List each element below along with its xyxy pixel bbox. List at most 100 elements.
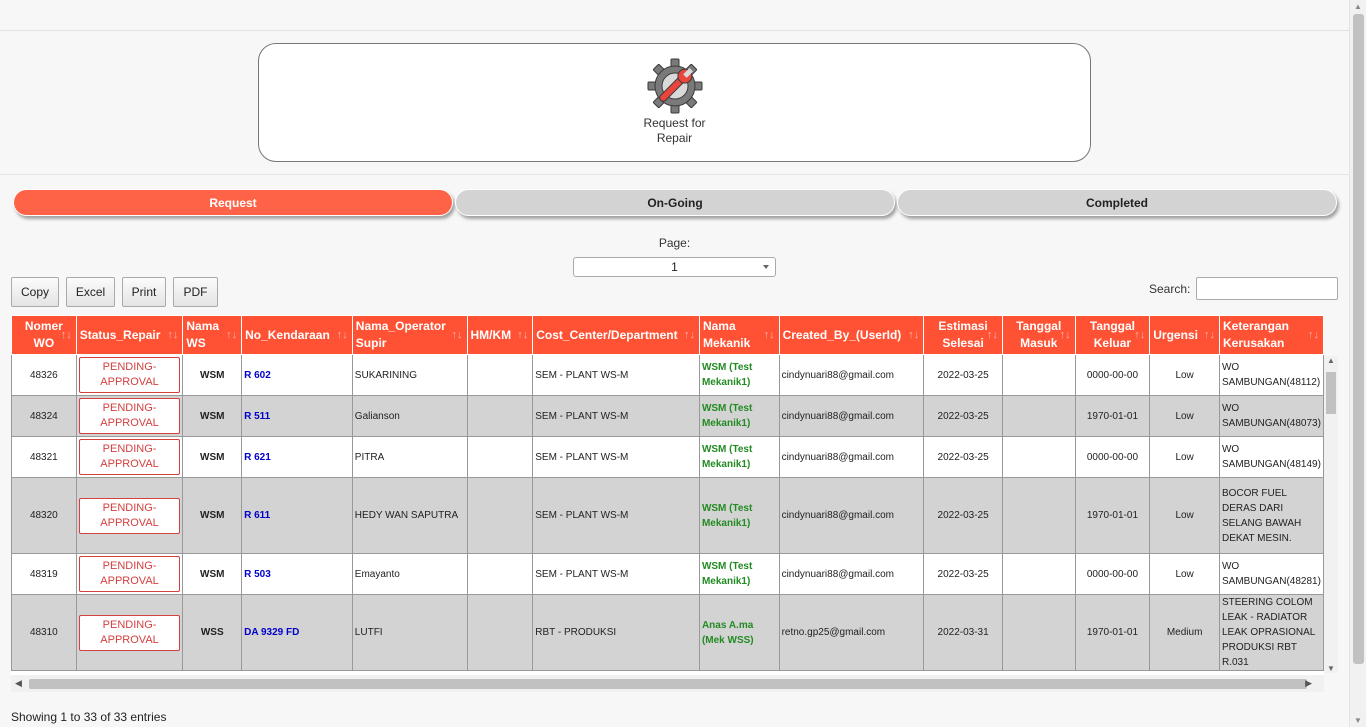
cell-keterangan: STEERING COLOM LEAK - RADIATOR LEAK OPRA… [1218, 594, 1324, 671]
column-header-keterangan[interactable]: Keterangan Kerusakan ↑↓ [1218, 315, 1324, 355]
sort-icon[interactable]: ↑↓ [987, 327, 998, 344]
sort-icon[interactable]: ↑↓ [167, 327, 178, 344]
cell-keluar: 0000-00-00 [1074, 354, 1151, 396]
cell-created: cindynuari88@gmail.com [778, 553, 925, 595]
status-badge[interactable]: PENDING-APPROVAL [78, 556, 181, 592]
cell-created: cindynuari88@gmail.com [778, 436, 925, 478]
table-row[interactable]: 48319 PENDING-APPROVAL WSM R 503 Emayanto SEM… [11, 553, 1324, 595]
cell-keluar: 0000-00-00 [1074, 436, 1151, 478]
cell-estimasi: 2022-03-25 [923, 553, 1003, 595]
cell-estimasi: 2022-03-31 [923, 594, 1003, 671]
cell-kendaraan[interactable]: R 503 [241, 553, 353, 595]
print-button[interactable]: Print [122, 277, 166, 307]
cell-ws: WSM [182, 477, 243, 554]
card-label: Request for Repair [643, 116, 706, 145]
cell-status: PENDING-APPROVAL [75, 436, 184, 478]
column-header-mekanik[interactable]: Nama Mekanik ↑↓ [698, 315, 780, 355]
column-header-masuk[interactable]: Tanggal Masuk ↑↓ [1001, 315, 1076, 355]
cell-kendaraan[interactable]: R 621 [241, 436, 353, 478]
sort-icon[interactable]: ↑↓ [1060, 327, 1071, 344]
tab-completed[interactable]: Completed [897, 189, 1337, 216]
table-horizontal-scrollbar[interactable]: ◀ ▶ [11, 675, 1324, 692]
sort-icon[interactable]: ↑↓ [226, 327, 237, 344]
column-header-status[interactable]: Status_Repair ↑↓ [75, 315, 184, 355]
tab-request[interactable]: Request [13, 189, 453, 216]
cell-kendaraan[interactable]: R 602 [241, 354, 353, 396]
cell-kendaraan[interactable]: R 511 [241, 395, 353, 437]
cell-urgensi: Medium [1149, 594, 1220, 671]
cell-supir: LUTFI [351, 594, 468, 671]
sort-icon[interactable]: ↑↓ [452, 327, 463, 344]
sort-icon[interactable]: ↑↓ [1308, 327, 1319, 344]
sort-icon[interactable]: ↑↓ [684, 327, 695, 344]
column-header-supir[interactable]: Nama_Operator Supir ↑↓ [351, 315, 468, 355]
scroll-up-icon[interactable]: ▲ [1327, 356, 1335, 365]
status-badge[interactable]: PENDING-APPROVAL [78, 357, 181, 393]
table-row[interactable]: 48324 PENDING-APPROVAL WSM R 511 Galianson SE… [11, 395, 1324, 437]
column-header-created[interactable]: Created_By_(UserId) ↑↓ [778, 315, 925, 355]
sort-icon[interactable]: ↑↓ [764, 327, 775, 344]
page-scroll-thumb[interactable] [1353, 14, 1364, 664]
scroll-right-icon[interactable]: ▶ [1305, 678, 1312, 689]
sort-icon[interactable]: ↑↓ [517, 327, 528, 344]
cell-masuk [1001, 477, 1076, 554]
column-header-kendaraan[interactable]: No_Kendaraan ↑↓ [241, 315, 353, 355]
column-header-ws[interactable]: Nama WS ↑↓ [182, 315, 243, 355]
column-header-cost[interactable]: Cost_Center/Department ↑↓ [532, 315, 700, 355]
table-vertical-scrollbar[interactable]: ▲ ▼ [1324, 356, 1338, 673]
request-for-repair-card[interactable]: Request for Repair [258, 43, 1091, 162]
cell-keluar: 0000-00-00 [1074, 553, 1151, 595]
status-badge[interactable]: PENDING-APPROVAL [78, 398, 181, 434]
pdf-button[interactable]: PDF [173, 277, 218, 307]
scroll-thumb[interactable] [1326, 372, 1336, 414]
cell-masuk [1001, 553, 1076, 595]
page-select[interactable]: 1 [573, 257, 776, 277]
cell-cost: SEM - PLANT WS-M [532, 354, 700, 396]
cell-supir: Emayanto [351, 553, 468, 595]
cell-mekanik: WSM (Test Mekanik1) [698, 436, 780, 478]
status-badge[interactable]: PENDING-APPROVAL [78, 439, 181, 475]
cell-hmkm [466, 395, 534, 437]
cell-mekanik: WSM (Test Mekanik1) [698, 395, 780, 437]
column-header-hmkm[interactable]: HM/KM ↑↓ [466, 315, 534, 355]
cell-mekanik: WSM (Test Mekanik1) [698, 354, 780, 396]
column-header-estimasi[interactable]: Estimasi Selesai ↑↓ [923, 315, 1003, 355]
search-input[interactable] [1196, 277, 1338, 300]
column-header-keluar[interactable]: Tanggal Keluar ↑↓ [1074, 315, 1151, 355]
cell-kendaraan[interactable]: R 611 [241, 477, 353, 554]
cell-supir: SUKARINING [351, 354, 468, 396]
copy-button[interactable]: Copy [11, 277, 59, 307]
table-row[interactable]: 48320 PENDING-APPROVAL WSM R 611 HEDY WAN SA… [11, 477, 1324, 554]
sort-icon[interactable]: ↑↓ [337, 327, 348, 344]
page-scroll-down-icon[interactable]: ▼ [1354, 716, 1362, 725]
table-row[interactable]: 48310 PENDING-APPROVAL WSS DA 9329 FD LUTFI R… [11, 594, 1324, 671]
sort-icon[interactable]: ↑↓ [1204, 327, 1215, 344]
cell-no_wo: 48321 [11, 436, 77, 478]
scroll-left-icon[interactable]: ◀ [15, 678, 22, 689]
cell-status: PENDING-APPROVAL [75, 477, 184, 554]
cell-kendaraan[interactable]: DA 9329 FD [241, 594, 353, 671]
scroll-down-icon[interactable]: ▼ [1327, 664, 1335, 673]
sort-icon[interactable]: ↑↓ [908, 327, 919, 344]
cell-hmkm [466, 477, 534, 554]
page-scrollbar[interactable]: ▲ ▼ [1349, 0, 1366, 727]
cell-no_wo: 48320 [11, 477, 77, 554]
cell-cost: RBT - PRODUKSI [532, 594, 700, 671]
sort-icon[interactable]: ↑↓ [61, 327, 72, 344]
sort-icon[interactable]: ↑↓ [1134, 327, 1145, 344]
page-scroll-up-icon[interactable]: ▲ [1354, 2, 1362, 11]
status-badge[interactable]: PENDING-APPROVAL [78, 614, 181, 651]
cell-urgensi: Low [1149, 354, 1220, 396]
excel-button[interactable]: Excel [66, 277, 115, 307]
status-badge[interactable]: PENDING-APPROVAL [78, 497, 181, 534]
cell-supir: PITRA [351, 436, 468, 478]
column-header-urgensi[interactable]: Urgensi ↑↓ [1149, 315, 1220, 355]
table-row[interactable]: 48326 PENDING-APPROVAL WSM R 602 SUKARINING S… [11, 354, 1324, 396]
cell-hmkm [466, 553, 534, 595]
tab-on-going[interactable]: On-Going [455, 189, 895, 216]
table-row[interactable]: 48321 PENDING-APPROVAL WSM R 621 PITRA SEM - … [11, 436, 1324, 478]
column-header-no_wo[interactable]: Nomer WO ↑↓ [11, 315, 77, 355]
divider [0, 174, 1349, 175]
scroll-thumb-horizontal[interactable] [29, 679, 1307, 689]
column-header-label: Cost_Center/Department [536, 327, 678, 342]
